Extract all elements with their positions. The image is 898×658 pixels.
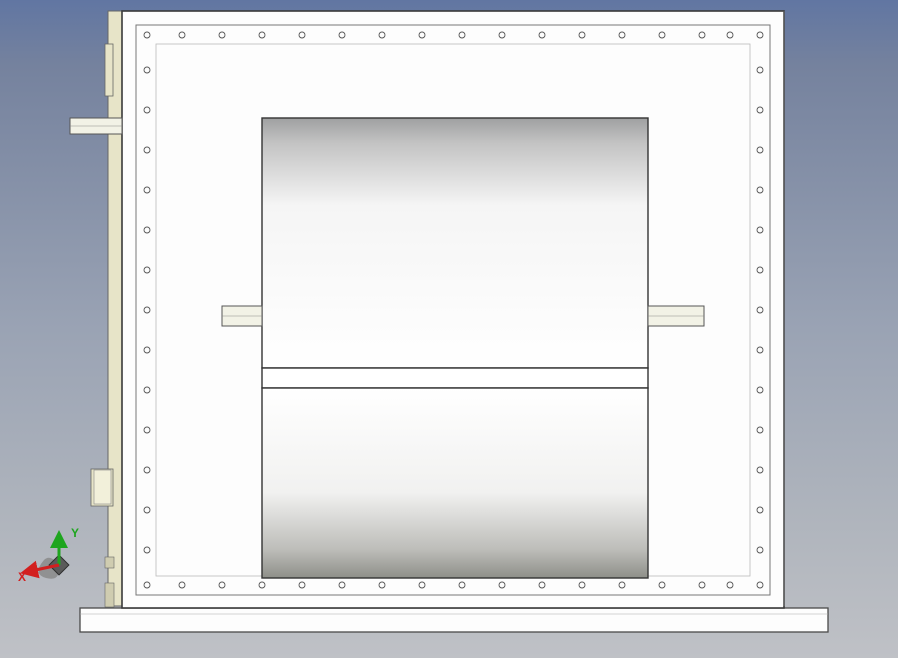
orientation-triad[interactable]: X Y <box>22 530 92 600</box>
cad-model-view[interactable] <box>0 0 898 658</box>
cad-viewport[interactable]: X Y <box>0 0 898 658</box>
drum <box>262 118 648 578</box>
